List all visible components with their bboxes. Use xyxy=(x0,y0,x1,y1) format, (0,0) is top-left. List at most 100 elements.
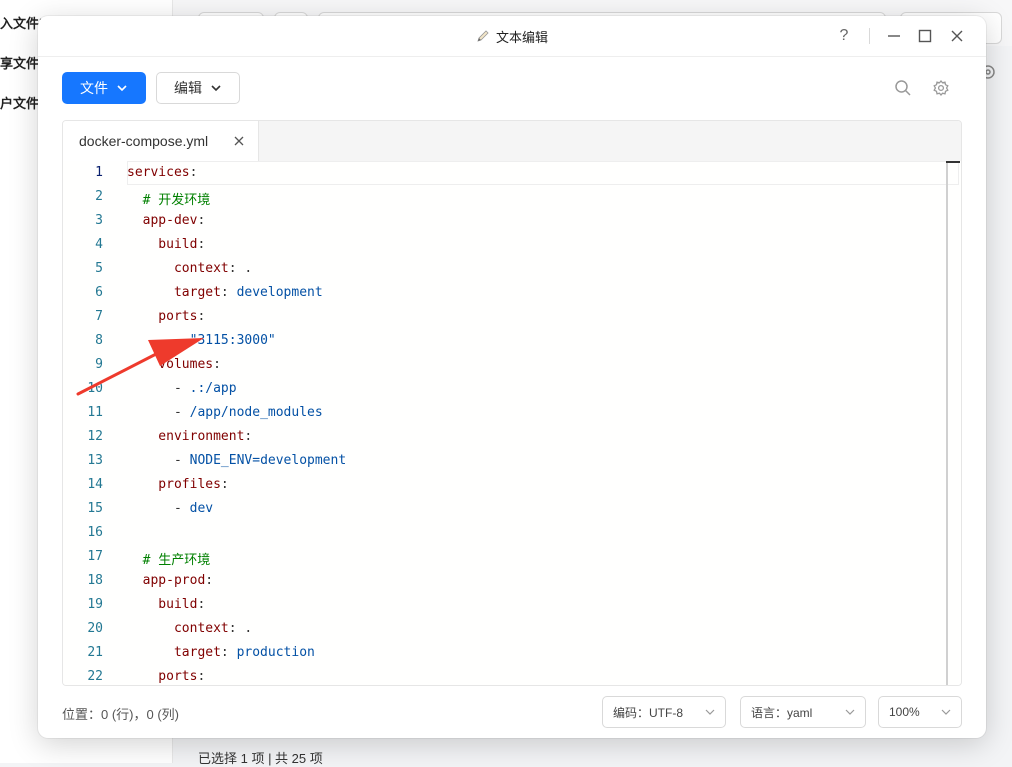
line-number: 16 xyxy=(87,525,103,540)
code-line: - "3115:3000" xyxy=(127,333,276,348)
code-token: environment xyxy=(127,429,245,444)
search-icon[interactable] xyxy=(894,79,912,97)
code-token: # 开发环境 xyxy=(127,193,211,208)
titlebar-divider xyxy=(869,28,870,44)
line-number: 13 xyxy=(87,453,103,468)
code-token: /app/node_modules xyxy=(189,405,323,420)
chevron-down-icon xyxy=(941,709,951,715)
line-number: 7 xyxy=(95,309,103,324)
code-editor[interactable]: 1 services: 2 # 开发环境 3 app-dev: 4 build: 5 co… xyxy=(63,161,961,685)
close-icon xyxy=(951,30,963,42)
maximize-icon xyxy=(918,29,932,43)
minimize-button[interactable] xyxy=(884,26,904,46)
code-line: ports: xyxy=(127,669,205,684)
line-number: 10 xyxy=(87,381,103,396)
edit-menu-button[interactable]: 编辑 xyxy=(156,72,240,104)
tab-close-icon[interactable] xyxy=(232,134,246,148)
code-token: : xyxy=(197,597,206,612)
line-number: 3 xyxy=(95,213,103,228)
line-number: 11 xyxy=(87,405,103,420)
text-editor-dialog: 文本编辑 ? 文件 编辑 docker-compose.yml 1 servic… xyxy=(38,16,986,738)
line-number: 5 xyxy=(95,261,103,276)
code-token: : . xyxy=(228,261,253,276)
line-number: 9 xyxy=(95,357,103,372)
code-token: profiles xyxy=(127,477,221,492)
line-number: 20 xyxy=(87,621,103,636)
code-line: build: xyxy=(127,597,205,612)
tab-docker-compose[interactable]: docker-compose.yml xyxy=(63,121,259,161)
cursor-position-text: 位置：0 (行)，0 (列) xyxy=(62,707,180,722)
edit-pen-icon xyxy=(477,30,489,42)
chevron-down-icon xyxy=(845,709,855,715)
tab-filename: docker-compose.yml xyxy=(79,133,209,149)
file-menu-label: 文件 xyxy=(80,80,108,96)
code-token: production xyxy=(236,645,315,660)
scrollbar-thumb[interactable] xyxy=(946,161,960,163)
encoding-select[interactable]: 编码：UTF-8 xyxy=(602,696,726,728)
code-line: build: xyxy=(127,237,205,252)
code-token: - xyxy=(127,501,190,516)
tab-bar: docker-compose.yml xyxy=(63,121,961,162)
gear-icon[interactable] xyxy=(932,79,950,97)
code-line: - dev xyxy=(127,501,213,516)
code-token: build xyxy=(127,597,198,612)
chevron-down-icon xyxy=(117,85,127,92)
editor-frame: docker-compose.yml 1 services: 2 # 开发环境 3 a… xyxy=(62,120,962,686)
line-number: 14 xyxy=(87,477,103,492)
code-token: - xyxy=(127,453,190,468)
language-select[interactable]: 语言：yaml xyxy=(740,696,866,728)
code-token: ports xyxy=(127,309,198,324)
zoom-value: 100% xyxy=(889,705,920,719)
line-number: 1 xyxy=(95,165,103,180)
edit-menu-label: 编辑 xyxy=(174,80,202,96)
code-token: : xyxy=(213,357,221,372)
line-number: 15 xyxy=(87,501,103,516)
code-token: - xyxy=(127,333,190,348)
line-number: 8 xyxy=(95,333,103,348)
code-token: ports xyxy=(127,669,198,684)
code-line: app-dev: xyxy=(127,213,206,228)
code-line: # 开发环境 xyxy=(127,189,211,208)
current-line-highlight xyxy=(127,161,959,185)
code-token: : xyxy=(197,669,206,684)
line-number: 6 xyxy=(95,285,103,300)
code-token: : xyxy=(220,477,229,492)
line-number: 12 xyxy=(87,429,103,444)
dialog-titlebar: 文本编辑 ? xyxy=(38,16,986,57)
file-menu-button[interactable]: 文件 xyxy=(62,72,146,104)
code-token: # 生产环境 xyxy=(127,553,211,568)
code-line: target: development xyxy=(127,285,323,300)
code-token: : xyxy=(189,165,198,180)
code-token: : xyxy=(197,213,206,228)
line-number: 17 xyxy=(87,549,103,564)
help-button[interactable]: ? xyxy=(834,26,854,46)
code-line: services: xyxy=(127,165,197,180)
code-token: : xyxy=(197,237,206,252)
code-token: "3115:3000" xyxy=(189,333,276,348)
code-token: target xyxy=(127,285,221,300)
line-number: 19 xyxy=(87,597,103,612)
code-token: development xyxy=(236,285,323,300)
code-line: # 生产环境 xyxy=(127,549,211,568)
close-button[interactable] xyxy=(947,26,967,46)
code-token: - xyxy=(127,381,190,396)
code-token: context xyxy=(127,621,229,636)
vertical-scrollbar[interactable] xyxy=(946,161,948,685)
code-line: volumes: xyxy=(127,357,221,372)
code-token: : . xyxy=(228,621,253,636)
code-token: app-dev xyxy=(127,213,198,228)
line-number: 22 xyxy=(87,669,103,684)
encoding-value: 编码：UTF-8 xyxy=(613,705,683,720)
code-token: .:/app xyxy=(189,381,237,396)
dialog-title: 文本编辑 xyxy=(495,29,548,45)
code-line: app-prod: xyxy=(127,573,213,588)
zoom-select[interactable]: 100% xyxy=(878,696,962,728)
code-token: volumes xyxy=(127,357,214,372)
code-token: services xyxy=(127,165,190,180)
maximize-button[interactable] xyxy=(915,26,935,46)
code-line: context: . xyxy=(127,261,252,276)
code-token: - xyxy=(127,405,190,420)
code-token: target xyxy=(127,645,221,660)
code-line: environment: xyxy=(127,429,252,444)
line-number: 2 xyxy=(95,189,103,204)
